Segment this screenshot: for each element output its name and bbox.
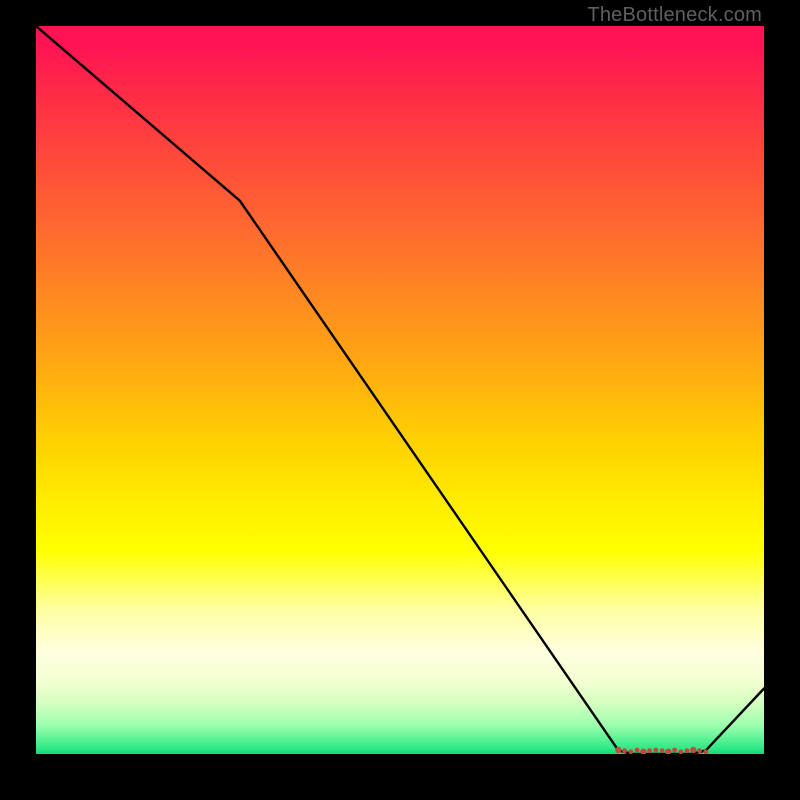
marker-dot (697, 748, 702, 753)
marker-dot (653, 748, 658, 753)
marker-dot (660, 748, 665, 753)
marker-dot (615, 747, 621, 753)
marker-dot (685, 748, 690, 753)
plot-area (36, 26, 764, 754)
bottleneck-curve-line (36, 26, 764, 754)
marker-dot (672, 748, 677, 753)
marker-dot (678, 749, 683, 754)
marker-dot (690, 747, 696, 753)
marker-dot (629, 749, 634, 754)
marker-dot (665, 749, 671, 754)
chart-svg (36, 26, 764, 754)
marker-dot (703, 749, 708, 754)
watermark-text: TheBottleneck.com (587, 4, 762, 27)
marker-dot (640, 749, 646, 754)
chart-frame: TheBottleneck.com (0, 0, 800, 800)
marker-dot (647, 748, 652, 753)
marker-dot (635, 748, 640, 753)
marker-dots (615, 747, 708, 754)
marker-dot (622, 748, 627, 753)
